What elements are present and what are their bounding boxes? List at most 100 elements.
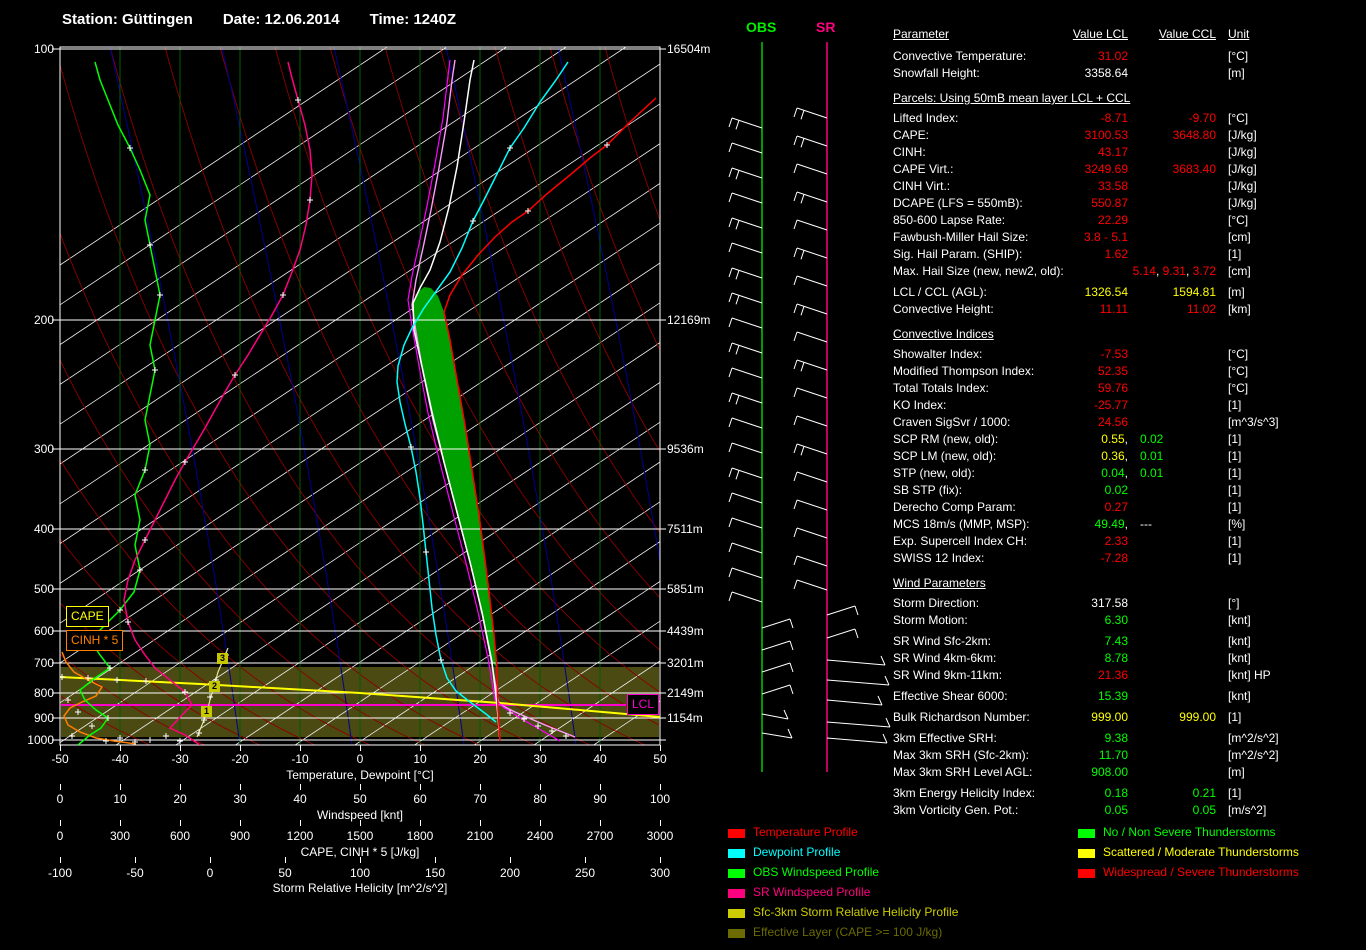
pressure-tick-label: 100	[33, 42, 54, 56]
table-row: CAPE Virt.: 3249.69 3683.40 [J/kg]	[893, 162, 1366, 179]
value-ccl-cell: 1594.81	[1173, 285, 1216, 299]
unit-cell: [cm]	[1228, 264, 1251, 278]
parameter-label: Exp. Supercell Index CH:	[893, 534, 1028, 548]
cape-label-box: CAPE	[66, 606, 109, 627]
axis-tick-mark	[209, 857, 211, 863]
axis-tick-mark	[659, 820, 661, 826]
axis-tick-mark	[599, 745, 601, 751]
parameter-value: 317.58	[1091, 596, 1128, 610]
parameter-value: 0.55	[1101, 432, 1125, 446]
axis-tick-label: 300	[649, 866, 671, 880]
value-lcl-cell: 0.36,	[1101, 449, 1128, 463]
axis-tick-mark	[239, 745, 241, 751]
unit-cell: [m]	[1228, 285, 1245, 299]
axis-tick-mark	[599, 784, 601, 790]
parameter-label: CINH Virt.:	[893, 179, 951, 193]
chart-gridlines	[60, 47, 660, 745]
column-header-value-lcl: Value LCL	[1072, 27, 1128, 41]
axis-tick-mark	[59, 820, 61, 826]
table-row: SB STP (fix): 0.02 [1]	[893, 483, 1366, 500]
value-ccl-cell: 0.05	[1193, 803, 1216, 817]
severity-legend-item-label: Widespread / Severe Thunderstorms	[1103, 865, 1299, 879]
value-lcl-cell: 0.55,	[1101, 432, 1128, 446]
value-lcl-cell: 3100.53	[1085, 128, 1128, 142]
value-lcl-cell: 550.87	[1091, 196, 1128, 210]
parameter-value: 3683.40	[1172, 162, 1216, 176]
axis-tick-label: 2100	[466, 829, 494, 843]
axis-tick-mark	[539, 784, 541, 790]
unit-cell: [J/kg]	[1228, 179, 1257, 193]
parameter-label: Storm Motion:	[893, 613, 968, 627]
axis-tick-label: 50	[278, 866, 292, 880]
pressure-tick-label: 400	[33, 522, 54, 536]
severity-legend-item-label: Scattered / Moderate Thunderstorms	[1103, 845, 1299, 859]
axis-tick-mark	[434, 857, 436, 863]
unit-cell: [°]	[1228, 596, 1240, 610]
pressure-tick-label: 600	[33, 624, 54, 638]
axis-tick-mark	[659, 784, 661, 790]
axis-tick-label: -100	[47, 866, 73, 880]
table-row: DCAPE (LFS = 550mB): 550.87 [J/kg]	[893, 196, 1366, 213]
table-row: 3km Effective SRH: 9.38 [m^2/s^2]	[893, 731, 1366, 748]
parameter-value: 7.43	[1104, 634, 1128, 648]
parameter-value: 999.00	[1091, 710, 1128, 724]
table-section-header: Wind Parameters	[893, 576, 986, 590]
altitude-tick-label: 12169m	[667, 313, 711, 327]
parameter-label: 3km Effective SRH:	[893, 731, 997, 745]
parameter-value: 49.49	[1094, 517, 1125, 531]
unit-cell: [m^2/s^2]	[1228, 748, 1279, 762]
column-header-value-ccl: Value CCL	[1158, 27, 1216, 41]
parameter-label: Convective Height:	[893, 302, 994, 316]
parameter-label: SWISS 12 Index:	[893, 551, 985, 565]
axis-tick-label: 70	[473, 792, 487, 806]
value-lcl-cell: -8.71	[1101, 111, 1128, 125]
axis-tick-label: 0	[56, 792, 64, 806]
value-ccl-cell: 11.02	[1187, 302, 1216, 316]
parameter-label: 3km Energy Helicity Index:	[893, 786, 1036, 800]
axis-tick-mark	[479, 745, 481, 751]
severity-legend-item-label: No / Non Severe Thunderstorms	[1103, 825, 1276, 839]
column-header-unit: Unit	[1228, 27, 1250, 41]
parameter-value: 24.56	[1097, 415, 1128, 429]
axis-tick-mark	[299, 745, 301, 751]
axis-tick-label: 60	[413, 792, 427, 806]
altitude-tick-label: 5851m	[667, 582, 704, 596]
pressure-gridlines	[52, 48, 666, 741]
parameter-label: Convective Temperature:	[893, 49, 1027, 63]
axis-tick-mark	[599, 820, 601, 826]
axis-tick-label: 900	[229, 829, 251, 843]
axis-tick-mark	[179, 820, 181, 826]
sr-windspeed-profile	[123, 61, 313, 745]
axis-tick-mark	[419, 820, 421, 826]
table-row: Total Totals Index: 59.76 [°C]	[893, 381, 1366, 398]
value-lcl-cell: 24.56	[1098, 415, 1128, 429]
unit-cell: [knt]	[1228, 613, 1251, 627]
parameter-value: 2.33	[1104, 534, 1128, 548]
cinh-label-box: CINH * 5	[66, 630, 124, 651]
table-row: Snowfall Height: 3358.64 [m]	[893, 66, 1366, 83]
axis-tick-mark	[239, 820, 241, 826]
axis-tick-label: 100	[349, 866, 371, 880]
value-ccl-cell: 3648.80	[1173, 128, 1216, 142]
unit-cell: [J/kg]	[1228, 196, 1257, 210]
profile-legend-item-label: Sfc-3km Storm Relative Helicity Profile	[753, 905, 959, 919]
value-lcl-cell: 43.17	[1098, 145, 1128, 159]
parameter-label: Craven SigSvr / 1000:	[893, 415, 1011, 429]
value-ccl-cell: 0.21	[1193, 786, 1216, 800]
value-lcl-cell: -25.77	[1094, 398, 1128, 412]
unit-cell: [1]	[1228, 466, 1242, 480]
table-row: 3km Energy Helicity Index: 0.18 0.21 [1]	[893, 786, 1366, 803]
table-section-header: Convective Indices	[893, 327, 994, 341]
profile-legend-item-swatch	[728, 909, 745, 918]
unit-cell: [km]	[1228, 302, 1251, 316]
altitude-tick-label: 2149m	[667, 686, 704, 700]
table-row: Convective Temperature: 31.02 [°C]	[893, 49, 1366, 66]
parameter-value: -7.28	[1100, 551, 1128, 565]
value-lcl-cell: -7.28	[1101, 551, 1128, 565]
parameter-value: 8.78	[1104, 651, 1128, 665]
table-row: LCL / CCL (AGL): 1326.54 1594.81 [m]	[893, 285, 1366, 302]
table-row: Storm Motion: 6.30 [knt]	[893, 613, 1366, 630]
parameter-label: Total Totals Index:	[893, 381, 989, 395]
parameter-value: ,	[1124, 432, 1128, 446]
table-row: KO Index: -25.77 [1]	[893, 398, 1366, 415]
